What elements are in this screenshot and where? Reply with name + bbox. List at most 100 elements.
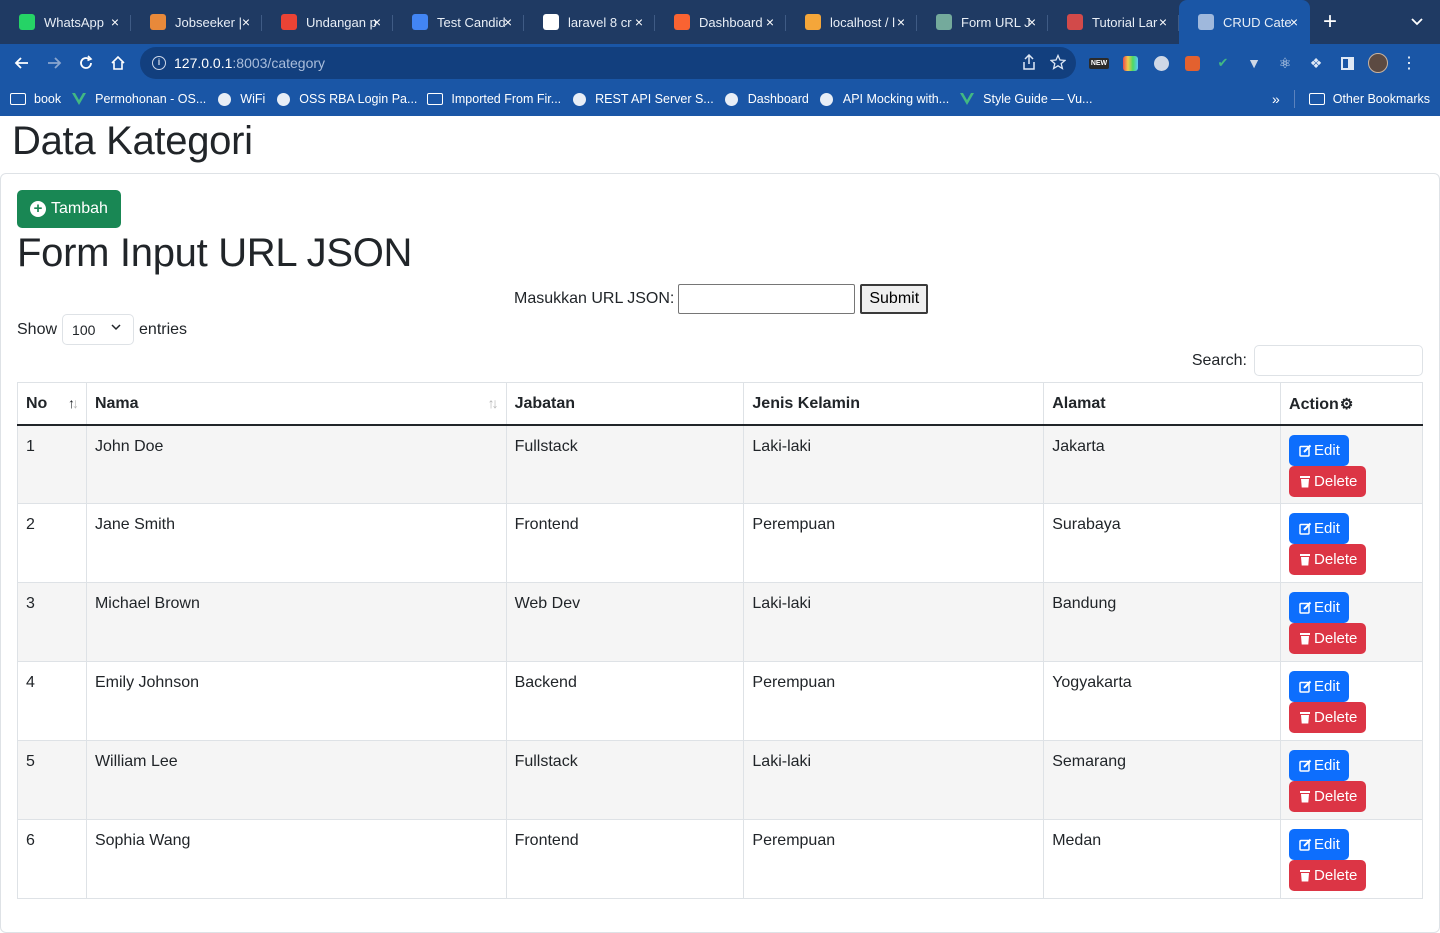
browser-tab[interactable]: localhost / l × <box>786 0 917 44</box>
site-info-icon[interactable]: i <box>152 56 166 70</box>
vuetify-extension-icon[interactable]: ▼ <box>1243 52 1265 74</box>
new-tab-button[interactable]: + <box>1310 0 1350 44</box>
delete-button[interactable]: Delete <box>1289 544 1367 575</box>
entries-select[interactable]: 100 <box>62 314 135 345</box>
address-bar[interactable]: i 127.0.0.1:8003/category <box>140 47 1076 79</box>
edit-button[interactable]: Edit <box>1289 671 1349 702</box>
back-arrow-icon[interactable] <box>6 47 38 79</box>
submit-button[interactable]: Submit <box>860 284 929 314</box>
table-row: 3 Michael Brown Web Dev Laki-laki Bandung Edi… <box>17 582 1423 662</box>
browser-tab[interactable]: Test Candid × <box>393 0 524 44</box>
cell-no: 6 <box>17 819 87 899</box>
profile-avatar[interactable] <box>1367 52 1389 74</box>
oss-icon <box>275 92 291 106</box>
bookmark-item[interactable]: book <box>10 92 61 106</box>
edit-icon <box>1298 680 1312 694</box>
rest-icon <box>571 92 587 106</box>
url-json-label: Masukkan URL JSON: <box>514 290 675 307</box>
search-input[interactable] <box>1254 345 1423 376</box>
trash-icon <box>1298 632 1312 646</box>
tab-search-chevron-icon[interactable] <box>1410 14 1426 30</box>
close-icon[interactable]: × <box>893 14 909 30</box>
bookmark-item[interactable]: REST API Server S... <box>571 92 714 106</box>
add-button[interactable]: + Tambah <box>17 190 121 228</box>
new-badge-extension-icon[interactable]: NEW <box>1088 52 1110 74</box>
close-icon[interactable]: × <box>762 14 778 30</box>
cell-alamat: Jakarta <box>1043 424 1282 504</box>
browser-tab[interactable]: Dashboard × <box>655 0 786 44</box>
side-panel-icon[interactable] <box>1336 52 1358 74</box>
column-header-action: Action⚙ <box>1280 382 1423 426</box>
close-icon[interactable]: × <box>107 14 123 30</box>
data-table: No ↑↓ Nama ↑↓ Jabatan Jenis Kelamin Alamat… <box>17 382 1423 899</box>
cloud-extension-icon[interactable] <box>1150 52 1172 74</box>
delete-button[interactable]: Delete <box>1289 465 1367 497</box>
reload-icon[interactable] <box>70 47 102 79</box>
browser-tab[interactable]: Jobseeker | × <box>131 0 262 44</box>
home-icon[interactable] <box>102 47 134 79</box>
browser-menu-icon[interactable]: ⋮ <box>1398 52 1420 74</box>
close-icon[interactable]: × <box>500 14 516 30</box>
cell-jenis-kelamin: Perempuan <box>743 661 1045 741</box>
edit-button[interactable]: Edit <box>1289 829 1349 860</box>
cell-jabatan: Fullstack <box>505 740 745 820</box>
url-json-input[interactable] <box>678 284 856 314</box>
bookmark-item[interactable]: Dashboard <box>724 92 809 106</box>
extensions-puzzle-icon[interactable]: ❖ <box>1305 52 1327 74</box>
column-header-no[interactable]: No ↑↓ <box>17 382 87 426</box>
cell-jabatan: Fullstack <box>505 424 745 504</box>
react-devtools-icon[interactable]: ⚛ <box>1274 52 1296 74</box>
browser-tab[interactable]: Tutorial Lar × <box>1048 0 1179 44</box>
bookmark-item[interactable]: Imported From Fir... <box>427 92 561 106</box>
column-header-nama-label: Nama <box>94 395 139 412</box>
browser-tab[interactable]: CRUD Cate × <box>1179 0 1310 44</box>
column-header-nama[interactable]: Nama ↑↓ <box>85 382 507 426</box>
edit-button[interactable]: Edit <box>1289 513 1349 544</box>
more-bookmarks-chevron-icon[interactable]: » <box>1272 91 1280 107</box>
edit-button[interactable]: Edit <box>1289 750 1349 781</box>
close-icon[interactable]: × <box>238 14 254 30</box>
column-header-jabatan-label: Jabatan <box>514 395 576 412</box>
browser-tab[interactable]: Undangan p × <box>262 0 393 44</box>
column-header-jenis-kelamin: Jenis Kelamin <box>743 382 1045 426</box>
delete-button[interactable]: Delete <box>1289 702 1367 733</box>
cell-jenis-kelamin: Perempuan <box>743 503 1045 583</box>
close-icon[interactable]: × <box>1024 14 1040 30</box>
bookmark-star-icon[interactable] <box>1049 53 1067 74</box>
close-icon[interactable]: × <box>369 14 385 30</box>
off-extension-icon[interactable] <box>1181 52 1203 74</box>
delete-button[interactable]: Delete <box>1289 781 1367 812</box>
forward-arrow-icon[interactable] <box>38 47 70 79</box>
close-icon[interactable]: × <box>1155 14 1171 30</box>
bookmark-item[interactable]: API Mocking with... <box>819 92 949 106</box>
delete-button[interactable]: Delete <box>1289 860 1367 891</box>
bookmark-label: WiFi <box>240 92 266 106</box>
trash-icon <box>1298 869 1312 883</box>
edit-button[interactable]: Edit <box>1289 592 1349 623</box>
browser-tab[interactable]: Form URL J × <box>917 0 1048 44</box>
folder-icon <box>1308 92 1325 106</box>
close-icon[interactable]: × <box>631 14 647 30</box>
bookmark-item[interactable]: Permohonan - OS... <box>71 92 206 106</box>
entries-length-control: Show 100 entries <box>17 314 187 345</box>
delete-button[interactable]: Delete <box>1289 623 1367 654</box>
browser-tab[interactable]: WhatsApp × <box>0 0 131 44</box>
edit-icon <box>1298 443 1312 457</box>
close-icon[interactable]: × <box>1286 14 1302 30</box>
other-bookmarks[interactable]: Other Bookmarks <box>1308 92 1430 106</box>
bookmark-label: book <box>34 92 62 106</box>
bookmark-item[interactable]: WiFi <box>216 92 265 106</box>
color-grid-extension-icon[interactable] <box>1119 52 1141 74</box>
page-title: Data Kategori <box>12 119 253 163</box>
edit-label: Edit <box>1314 678 1340 695</box>
browser-tab[interactable]: laravel 8 cr × <box>524 0 655 44</box>
url-path: :8003/category <box>232 55 326 71</box>
share-icon[interactable] <box>1022 53 1036 74</box>
edit-button[interactable]: Edit <box>1289 434 1349 466</box>
vue-devtools-icon[interactable]: ✔ <box>1212 52 1234 74</box>
other-bookmarks-label: Other Bookmarks <box>1332 92 1430 106</box>
whatsapp-icon <box>19 14 35 30</box>
bookmark-item[interactable]: OSS RBA Login Pa... <box>275 92 417 106</box>
bookmark-item[interactable]: Style Guide — Vu... <box>959 92 1092 106</box>
cell-alamat: Semarang <box>1043 740 1282 820</box>
